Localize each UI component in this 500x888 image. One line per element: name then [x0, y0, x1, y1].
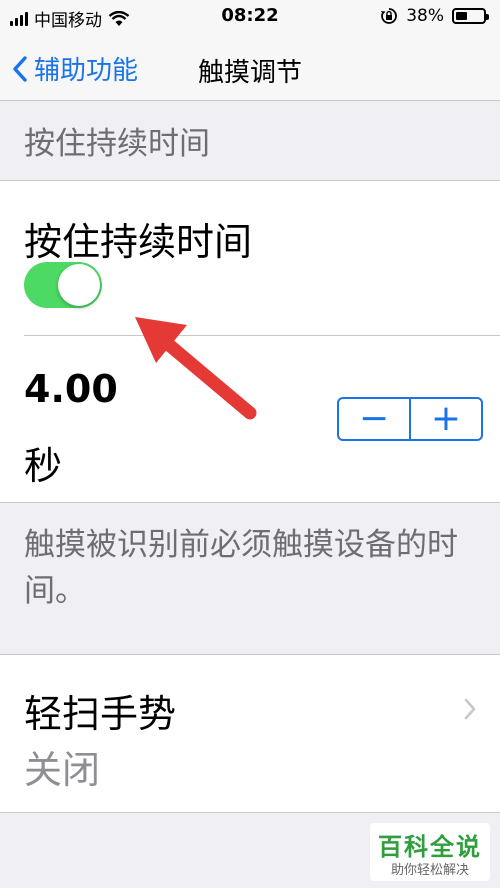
status-right: 38% — [380, 6, 489, 26]
decrement-button[interactable]: − — [339, 399, 409, 439]
toggle-knob — [58, 264, 100, 306]
swipe-gestures-row[interactable]: 轻扫手势 关闭 — [0, 654, 500, 813]
battery-icon — [452, 8, 489, 24]
navigation-bar: 辅助功能 触摸调节 — [0, 34, 500, 101]
duration-stepper[interactable]: − + — [337, 397, 483, 441]
hold-duration-toggle[interactable] — [24, 262, 102, 308]
duration-unit: 秒 — [24, 444, 63, 488]
duration-value: 4.00 — [24, 367, 118, 411]
watermark-logo: 百科全说 助你轻松解决 — [370, 823, 490, 881]
battery-percent: 38% — [406, 6, 444, 26]
page-title: 触摸调节 — [197, 58, 302, 88]
watermark-subtitle: 助你轻松解决 — [390, 863, 469, 878]
footer-note: 触摸被识别前必须触摸设备的时间。 — [24, 527, 458, 609]
row-divider — [24, 335, 500, 336]
orientation-lock-icon — [381, 8, 398, 24]
swipe-gestures-status: 关闭 — [24, 748, 101, 792]
hold-duration-group: 按住持续时间 4.00 秒 − + — [0, 180, 500, 503]
hold-duration-label: 按住持续时间 — [24, 220, 253, 264]
increment-button[interactable]: + — [411, 399, 481, 439]
chevron-right-icon — [464, 698, 476, 720]
swipe-gestures-title: 轻扫手势 — [24, 692, 177, 736]
status-bar: 中国移动 08:22 38% — [0, 0, 500, 34]
watermark-title: 百科全说 — [378, 833, 482, 861]
section-header: 按住持续时间 — [24, 126, 210, 162]
